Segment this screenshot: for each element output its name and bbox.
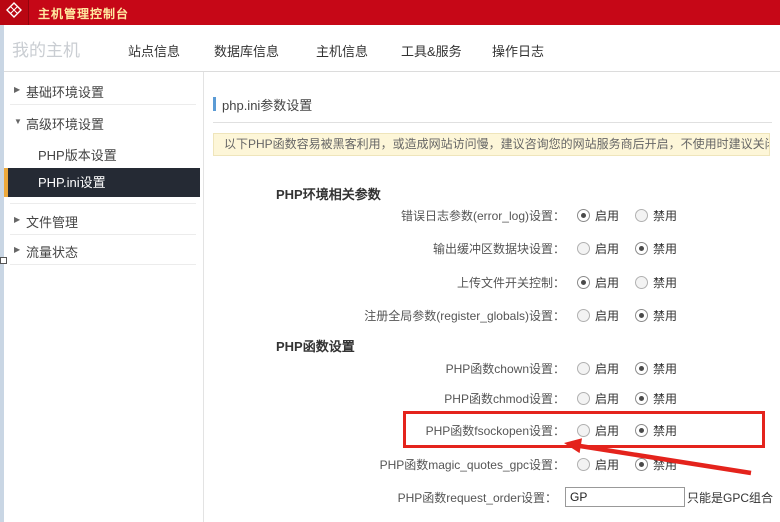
radio-disable-label[interactable]: 禁用	[653, 456, 677, 473]
tab-database-info[interactable]: 数据库信息	[214, 41, 279, 60]
radio-disable-label[interactable]: 禁用	[653, 422, 677, 439]
sidebar-item-php-version[interactable]: PHP版本设置	[4, 145, 200, 165]
section-php-env-params: PHP环境相关参数	[276, 184, 381, 203]
warning-notice: 以下PHP函数容易被黑客利用，或造成网站访问慢，建议咨询您的网站服务商后开启，不…	[213, 133, 770, 156]
radio-disable-label[interactable]: 禁用	[653, 207, 677, 224]
radio-disable-label[interactable]: 禁用	[653, 390, 677, 407]
radio-enable[interactable]	[577, 276, 590, 289]
tab-tools-services[interactable]: 工具&服务	[401, 41, 462, 60]
sidebar-item-file-manager[interactable]: ▶ 文件管理	[4, 212, 200, 232]
topbar: 主机管理控制台	[0, 0, 780, 25]
title-divider	[213, 122, 772, 123]
radio-enable[interactable]	[577, 392, 590, 405]
tab-host-info[interactable]: 主机信息	[316, 41, 368, 60]
host-management-console: 主机管理控制台 我的主机 站点信息 数据库信息 主机信息 工具&服务 操作日志 …	[0, 0, 780, 522]
input-hint: 只能是GPC组合	[687, 489, 773, 506]
setting-row-register-globals: 注册全局参数(register_globals)设置： 启用 禁用	[213, 305, 773, 325]
title-accent-bar	[213, 97, 216, 111]
app-title: 主机管理控制台	[38, 5, 129, 22]
radio-enable-label[interactable]: 启用	[595, 240, 619, 257]
tab-site-info[interactable]: 站点信息	[128, 41, 180, 60]
radio-enable-label[interactable]: 启用	[595, 390, 619, 407]
radio-disable[interactable]	[635, 458, 648, 471]
radio-disable[interactable]	[635, 392, 648, 405]
radio-enable-label[interactable]: 启用	[595, 360, 619, 377]
request-order-input[interactable]	[565, 487, 685, 507]
radio-enable-label[interactable]: 启用	[595, 207, 619, 224]
sidebar-item-advanced-env[interactable]: ▼ 高级环境设置	[4, 114, 200, 134]
chevron-down-icon: ▼	[14, 117, 22, 126]
section-php-functions: PHP函数设置	[276, 336, 355, 355]
sidebar-item-traffic-status[interactable]: ▶ 流量状态	[4, 242, 200, 262]
radio-disable-label[interactable]: 禁用	[653, 360, 677, 377]
gem-logo-icon	[6, 2, 22, 23]
radio-disable[interactable]	[635, 242, 648, 255]
sidebar-item-basic-env[interactable]: ▶ 基础环境设置	[4, 82, 200, 102]
radio-enable-label[interactable]: 启用	[595, 456, 619, 473]
main-content: php.ini参数设置 以下PHP函数容易被黑客利用，或造成网站访问慢，建议咨询…	[213, 72, 780, 522]
radio-disable[interactable]	[635, 362, 648, 375]
sidebar: ▶ 基础环境设置 ▼ 高级环境设置 PHP版本设置 PHP.ini设置 ▶ 文件…	[4, 72, 204, 522]
sidebar-divider	[10, 234, 196, 235]
setting-row-upload-switch: 上传文件开关控制： 启用 禁用	[213, 272, 773, 292]
tab-operation-log[interactable]: 操作日志	[492, 41, 544, 60]
sidebar-item-php-ini-active[interactable]: PHP.ini设置	[4, 168, 200, 197]
sidebar-divider	[10, 203, 196, 204]
setting-row-magic-quotes-gpc: PHP函数magic_quotes_gpc设置： 启用 禁用	[213, 454, 773, 474]
radio-enable[interactable]	[577, 458, 590, 471]
radio-enable[interactable]	[577, 309, 590, 322]
radio-enable[interactable]	[577, 362, 590, 375]
logo	[0, 0, 29, 25]
setting-row-fsockopen: PHP函数fsockopen设置： 启用 禁用	[213, 420, 773, 440]
chevron-right-icon: ▶	[14, 85, 20, 94]
radio-enable-label[interactable]: 启用	[595, 274, 619, 291]
setting-row-chown: PHP函数chown设置： 启用 禁用	[213, 358, 773, 378]
sidebar-divider	[10, 104, 196, 105]
radio-enable[interactable]	[577, 242, 590, 255]
radio-disable[interactable]	[635, 309, 648, 322]
page-title: php.ini参数设置	[222, 95, 312, 114]
radio-disable-label[interactable]: 禁用	[653, 274, 677, 291]
radio-disable[interactable]	[635, 424, 648, 437]
radio-enable-label[interactable]: 启用	[595, 307, 619, 324]
selection-handle	[0, 257, 7, 264]
setting-row-output-buffer: 输出缓冲区数据块设置： 启用 禁用	[213, 238, 773, 258]
radio-disable-label[interactable]: 禁用	[653, 307, 677, 324]
chevron-right-icon: ▶	[14, 215, 20, 224]
sidebar-divider	[10, 264, 196, 265]
radio-disable-label[interactable]: 禁用	[653, 240, 677, 257]
radio-disable[interactable]	[635, 209, 648, 222]
radio-enable[interactable]	[577, 209, 590, 222]
radio-enable-label[interactable]: 启用	[595, 422, 619, 439]
nav-my-host[interactable]: 我的主机	[12, 36, 80, 61]
setting-row-request-order: PHP函数request_order设置： 只能是GPC组合	[213, 487, 773, 507]
setting-row-chmod: PHP函数chmod设置： 启用 禁用	[213, 388, 773, 408]
setting-row-error-log: 错误日志参数(error_log)设置： 启用 禁用	[213, 205, 773, 225]
radio-enable[interactable]	[577, 424, 590, 437]
header-nav: 我的主机 站点信息 数据库信息 主机信息 工具&服务 操作日志	[4, 25, 780, 72]
radio-disable[interactable]	[635, 276, 648, 289]
chevron-right-icon: ▶	[14, 245, 20, 254]
